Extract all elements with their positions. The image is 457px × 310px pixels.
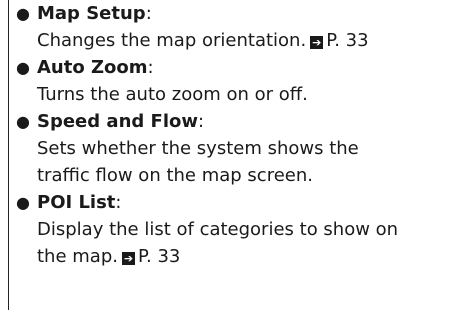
item-term: Auto Zoom xyxy=(37,57,148,78)
page-reference-text: P. 33 xyxy=(326,30,369,51)
item-term: Speed and Flow xyxy=(37,111,198,132)
bullet-icon: ● xyxy=(16,112,30,131)
description-text: Changes the map orientation. xyxy=(37,30,307,51)
item-heading: ● Speed and Flow: xyxy=(16,108,452,135)
description-line: Turns the auto zoom on or off. xyxy=(37,84,308,105)
description-line: the map. ➔ P. 33 xyxy=(37,243,452,270)
bullet-icon: ● xyxy=(16,193,30,212)
list-item-poi-list: ● POI List: Display the list of categorie… xyxy=(16,189,452,270)
description-text: the map. xyxy=(37,246,118,267)
item-heading: ● Map Setup: xyxy=(16,0,452,27)
list-item-auto-zoom: ● Auto Zoom: Turns the auto zoom on or of… xyxy=(16,54,452,108)
left-margin-rule xyxy=(8,0,9,310)
manual-page: ● Map Setup: Changes the map orientation.… xyxy=(0,0,457,310)
description-line: Display the list of categories to show o… xyxy=(37,219,399,240)
description-line: traffic flow on the map screen. xyxy=(37,165,313,186)
term-colon: : xyxy=(115,192,122,213)
bullet-icon: ● xyxy=(16,4,30,23)
page-reference[interactable]: ➔ P. 33 xyxy=(118,246,180,267)
page-reference-text: P. 33 xyxy=(137,246,181,267)
term-colon: : xyxy=(147,57,154,78)
term-colon: : xyxy=(198,111,205,132)
item-term: POI List xyxy=(37,192,116,213)
item-description: Display the list of categories to show o… xyxy=(16,216,452,270)
list-item-map-setup: ● Map Setup: Changes the map orientation.… xyxy=(16,0,452,54)
item-description: Sets whether the system shows the traffi… xyxy=(16,135,452,189)
settings-list: ● Map Setup: Changes the map orientation.… xyxy=(16,0,452,270)
arrow-right-box-icon: ➔ xyxy=(310,36,324,49)
term-colon: : xyxy=(145,3,152,24)
item-description: Changes the map orientation. ➔ P. 33 xyxy=(16,27,452,54)
description-line: Changes the map orientation. ➔ P. 33 xyxy=(37,27,452,54)
item-heading: ● Auto Zoom: xyxy=(16,54,452,81)
arrow-right-box-icon: ➔ xyxy=(121,252,135,265)
item-description: Turns the auto zoom on or off. xyxy=(16,81,452,108)
bullet-icon: ● xyxy=(16,58,30,77)
page-reference[interactable]: ➔ P. 33 xyxy=(306,30,369,51)
item-heading: ● POI List: xyxy=(16,189,452,216)
item-term: Map Setup xyxy=(37,3,146,24)
description-line: Sets whether the system shows the xyxy=(37,138,359,159)
list-item-speed-and-flow: ● Speed and Flow: Sets whether the system… xyxy=(16,108,452,189)
